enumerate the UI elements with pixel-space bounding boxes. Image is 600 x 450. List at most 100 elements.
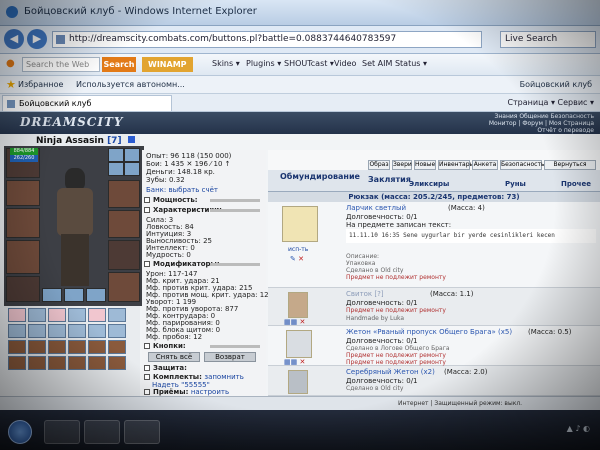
winamp-button[interactable]: WINAMP	[142, 57, 193, 72]
belt-slot[interactable]	[6, 276, 40, 302]
scroll-slot[interactable]	[108, 308, 126, 322]
top-link-new[interactable]: Новые	[414, 160, 436, 170]
rune-slot[interactable]	[68, 356, 86, 370]
scroll-slot[interactable]	[88, 324, 106, 338]
item-title[interactable]: Свиток [?]	[346, 290, 384, 298]
remember-set-link[interactable]: запомнить	[204, 373, 243, 381]
info-icon[interactable]: ▦▦	[284, 318, 297, 326]
taskbar-app-ie[interactable]	[44, 420, 80, 444]
shield-slot[interactable]	[108, 210, 140, 238]
rune-slot[interactable]	[108, 340, 126, 354]
ring-slot[interactable]	[108, 162, 124, 176]
scroll-item-image[interactable]	[288, 292, 308, 318]
rune-slot[interactable]	[88, 356, 106, 370]
info-icon[interactable]: ✎	[290, 255, 296, 263]
delete-icon[interactable]: ✕	[299, 318, 305, 326]
characteristics-section[interactable]: Характеристики:	[144, 206, 262, 215]
expand-icon[interactable]	[144, 365, 150, 371]
game-nav-line[interactable]: Отчёт о переводе	[478, 127, 594, 134]
scroll-slot[interactable]	[108, 324, 126, 338]
scroll-slot[interactable]	[48, 324, 66, 338]
configure-techniques-link[interactable]: настроить	[191, 388, 229, 396]
character-name[interactable]: Ninja Assasin	[36, 136, 104, 146]
delete-icon[interactable]: ✕	[298, 255, 304, 263]
top-link-security[interactable]: Безопасность	[500, 160, 545, 170]
rune-slot[interactable]	[8, 356, 26, 370]
ring-slot[interactable]	[124, 148, 140, 162]
modifiers-section[interactable]: Модификаторы:	[144, 260, 262, 269]
system-tray[interactable]: ▲ ♪ ◐	[567, 424, 590, 433]
casket-item-image[interactable]	[282, 206, 318, 242]
return-link[interactable]: Вернуться	[544, 160, 596, 170]
rune-slot[interactable]	[88, 340, 106, 354]
url-field[interactable]: http://dreamscity.combats.com/buttons.pl…	[52, 31, 482, 48]
token-item-image[interactable]	[286, 330, 312, 358]
toolbar-shoutcast[interactable]: SHOUTcast ▾	[284, 59, 334, 68]
toolbar-plugins[interactable]: Plugins ▾	[246, 59, 281, 68]
live-search-input[interactable]: Live Search	[500, 31, 596, 48]
collapse-icon[interactable]	[144, 389, 150, 395]
boots-slot[interactable]	[108, 272, 140, 302]
game-nav-line[interactable]: Знания Общение Безопасность	[478, 113, 594, 120]
browser-tab[interactable]: Бойцовский клуб	[2, 95, 172, 111]
taskbar-app-explorer[interactable]	[84, 420, 120, 444]
weapon-slot[interactable]	[6, 208, 40, 238]
expand-icon[interactable]	[144, 197, 150, 203]
rune-slot[interactable]	[68, 340, 86, 354]
take-off-all-button[interactable]: Снять всё	[148, 352, 200, 362]
potion-slot[interactable]	[8, 308, 26, 322]
game-nav-line[interactable]: Монитор | Форум | Моя Страница	[478, 120, 594, 127]
top-link-image[interactable]: Образ	[368, 160, 390, 170]
scroll-slot[interactable]	[68, 324, 86, 338]
leggings-slot[interactable]	[108, 240, 140, 270]
return-button[interactable]: Возврат	[204, 352, 256, 362]
info-icon[interactable]: ▦▦	[284, 358, 297, 366]
collapse-icon[interactable]	[144, 374, 150, 380]
tab-runes[interactable]: Руны	[505, 180, 526, 188]
start-button[interactable]	[8, 420, 32, 444]
collapse-icon[interactable]	[144, 343, 150, 349]
scroll-slot[interactable]	[68, 308, 86, 322]
tab-equipment[interactable]: Обмундирование	[280, 172, 360, 181]
toolbar-aim-status[interactable]: Set AIM Status ▾	[362, 59, 427, 68]
collapse-icon[interactable]	[144, 207, 150, 213]
tab-other[interactable]: Прочее	[561, 180, 591, 188]
favorites-page[interactable]: Используется автономн...	[76, 80, 185, 89]
toolbar-video[interactable]: Video	[334, 59, 356, 68]
silver-token-image[interactable]	[288, 370, 308, 394]
armor-slot[interactable]	[6, 240, 40, 274]
rune-slot[interactable]	[108, 356, 126, 370]
pocket-slot[interactable]	[86, 288, 106, 302]
page-tools-menu[interactable]: Страница ▾ Сервис ▾	[507, 98, 594, 107]
power-section[interactable]: Мощность:	[144, 196, 262, 205]
tab-elixirs[interactable]: Эликсиры	[409, 180, 449, 188]
web-search-input[interactable]: Search the Web	[22, 57, 100, 72]
potion-slot[interactable]	[48, 308, 66, 322]
favorites-label[interactable]: Избранное	[18, 80, 63, 89]
use-link[interactable]: исп-ть	[288, 246, 308, 253]
buttons-section[interactable]: Кнопки:	[144, 342, 262, 351]
rune-slot[interactable]	[8, 340, 26, 354]
rune-slot[interactable]	[28, 340, 46, 354]
item-title[interactable]: Ларчик светлый	[346, 204, 406, 212]
toolbar-skins[interactable]: Skins ▾	[212, 59, 240, 68]
top-link-profile[interactable]: Анкета	[472, 160, 498, 170]
item-title[interactable]: Серебряный Жетон (x2)	[346, 368, 435, 376]
favorites-star-icon[interactable]: ★	[6, 78, 16, 91]
taskbar-app-media[interactable]	[124, 420, 160, 444]
item-title[interactable]: Жетон «Рваный пропуск Общего Брага» (x5)	[346, 328, 512, 336]
potion-slot[interactable]	[88, 308, 106, 322]
collapse-icon[interactable]	[144, 261, 150, 267]
rune-slot[interactable]	[48, 340, 66, 354]
amulet-slot[interactable]	[6, 180, 40, 206]
top-link-inventory[interactable]: Инвентарь	[438, 160, 473, 170]
scroll-slot[interactable]	[28, 324, 46, 338]
ring-slot[interactable]	[124, 162, 140, 176]
scroll-slot[interactable]	[28, 308, 46, 322]
search-button[interactable]: Search	[102, 57, 136, 72]
forward-icon[interactable]: ▶	[27, 29, 47, 49]
info-icon[interactable]	[127, 136, 135, 143]
top-link-beasts[interactable]: Звери	[392, 160, 412, 170]
scroll-slot[interactable]	[8, 324, 26, 338]
rune-slot[interactable]	[28, 356, 46, 370]
